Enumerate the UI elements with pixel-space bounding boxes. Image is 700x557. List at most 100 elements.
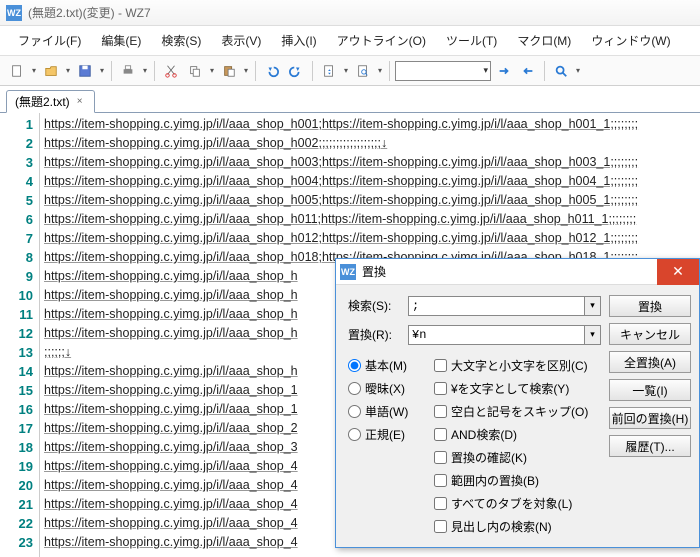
menu-outline[interactable]: アウトライン(O) <box>327 28 436 53</box>
radio-word-label: 単語(W) <box>365 403 408 420</box>
search-dropdown-icon[interactable]: ▾ <box>585 296 601 316</box>
save-icon[interactable] <box>74 60 96 82</box>
line-number: 17 <box>0 419 33 438</box>
open-icon[interactable] <box>40 60 62 82</box>
list-button[interactable]: 一覧(I) <box>609 379 691 401</box>
toolbar-combo[interactable] <box>395 61 491 81</box>
check-confirm[interactable] <box>434 451 447 464</box>
text-line[interactable]: https://item-shopping.c.yimg.jp/i/l/aaa_… <box>44 115 696 134</box>
check-heading-label: 見出し内の検索(N) <box>451 518 552 535</box>
menu-macro[interactable]: マクロ(M) <box>507 28 581 53</box>
jump-dropdown[interactable] <box>342 66 350 75</box>
grep-dropdown[interactable] <box>574 66 582 75</box>
menubar: ファイル(F) 編集(E) 検索(S) 表示(V) 挿入(I) アウトライン(O… <box>0 26 700 56</box>
line-number: 10 <box>0 286 33 305</box>
history-button[interactable]: 履歴(T)... <box>609 435 691 457</box>
close-icon[interactable]: ✕ <box>657 259 699 285</box>
radio-basic[interactable] <box>348 359 361 372</box>
prev-replace-button[interactable]: 前回の置換(H) <box>609 407 691 429</box>
radio-aimai[interactable] <box>348 382 361 395</box>
replace-button[interactable]: 置換 <box>609 295 691 317</box>
radio-aimai-label: 曖昧(X) <box>365 380 405 397</box>
text-line[interactable]: https://item-shopping.c.yimg.jp/i/l/aaa_… <box>44 153 696 172</box>
cut-icon[interactable] <box>160 60 182 82</box>
replace-input[interactable] <box>408 325 585 345</box>
new-dropdown[interactable] <box>30 66 38 75</box>
line-number: 20 <box>0 476 33 495</box>
line-number: 23 <box>0 533 33 552</box>
check-range[interactable] <box>434 474 447 487</box>
menu-window[interactable]: ウィンドウ(W) <box>581 28 680 53</box>
line-number: 16 <box>0 400 33 419</box>
text-line[interactable]: https://item-shopping.c.yimg.jp/i/l/aaa_… <box>44 210 696 229</box>
radio-regex-label: 正規(E) <box>365 426 405 443</box>
line-number: 21 <box>0 495 33 514</box>
menu-file[interactable]: ファイル(F) <box>8 28 91 53</box>
line-number: 7 <box>0 229 33 248</box>
close-tab-icon[interactable]: × <box>74 96 86 108</box>
check-and[interactable] <box>434 428 447 441</box>
line-number: 1 <box>0 115 33 134</box>
search-input[interactable] <box>408 296 585 316</box>
check-confirm-label: 置換の確認(K) <box>451 449 527 466</box>
line-gutter: 1234567891011121314151617181920212223 <box>0 113 40 557</box>
tab-label: (無題2.txt) <box>15 93 70 110</box>
replace-all-button[interactable]: 全置換(A) <box>609 351 691 373</box>
document-tab[interactable]: (無題2.txt) × <box>6 90 95 113</box>
check-skip-label: 空白と記号をスキップ(O) <box>451 403 588 420</box>
jump-icon[interactable] <box>318 60 340 82</box>
dialog-titlebar[interactable]: WZ 置換 ✕ <box>336 259 699 285</box>
undo-icon[interactable] <box>261 60 283 82</box>
paste-dropdown[interactable] <box>242 66 250 75</box>
menu-search[interactable]: 検索(S) <box>151 28 211 53</box>
line-number: 11 <box>0 305 33 324</box>
text-line[interactable]: https://item-shopping.c.yimg.jp/i/l/aaa_… <box>44 191 696 210</box>
find-icon[interactable] <box>352 60 374 82</box>
check-skip[interactable] <box>434 405 447 418</box>
radio-basic-label: 基本(M) <box>365 357 407 374</box>
menu-view[interactable]: 表示(V) <box>211 28 271 53</box>
menu-insert[interactable]: 挿入(I) <box>271 28 326 53</box>
check-heading[interactable] <box>434 520 447 533</box>
line-number: 6 <box>0 210 33 229</box>
line-number: 4 <box>0 172 33 191</box>
print-dropdown[interactable] <box>141 66 149 75</box>
check-tabs[interactable] <box>434 497 447 510</box>
find-prev-icon[interactable] <box>517 60 539 82</box>
paste-icon[interactable] <box>218 60 240 82</box>
grep-icon[interactable] <box>550 60 572 82</box>
check-yen[interactable] <box>434 382 447 395</box>
text-line[interactable]: https://item-shopping.c.yimg.jp/i/l/aaa_… <box>44 134 696 153</box>
text-line[interactable]: https://item-shopping.c.yimg.jp/i/l/aaa_… <box>44 229 696 248</box>
line-number: 14 <box>0 362 33 381</box>
check-case[interactable] <box>434 359 447 372</box>
copy-dropdown[interactable] <box>208 66 216 75</box>
replace-dialog: WZ 置換 ✕ 検索(S): ▾ 置換(R): ▾ 置換 キャンセル 基本(M)… <box>335 258 700 548</box>
line-number: 8 <box>0 248 33 267</box>
line-number: 15 <box>0 381 33 400</box>
search-label: 検索(S): <box>348 297 404 314</box>
line-number: 5 <box>0 191 33 210</box>
menu-edit[interactable]: 編集(E) <box>91 28 151 53</box>
new-icon[interactable] <box>6 60 28 82</box>
text-line[interactable]: https://item-shopping.c.yimg.jp/i/l/aaa_… <box>44 172 696 191</box>
replace-label: 置換(R): <box>348 326 404 343</box>
find-dropdown[interactable] <box>376 66 384 75</box>
check-range-label: 範囲内の置換(B) <box>451 472 539 489</box>
radio-word[interactable] <box>348 405 361 418</box>
print-icon[interactable] <box>117 60 139 82</box>
cancel-button[interactable]: キャンセル <box>609 323 691 345</box>
line-number: 2 <box>0 134 33 153</box>
line-number: 18 <box>0 438 33 457</box>
radio-regex[interactable] <box>348 428 361 441</box>
open-dropdown[interactable] <box>64 66 72 75</box>
save-dropdown[interactable] <box>98 66 106 75</box>
redo-icon[interactable] <box>285 60 307 82</box>
check-case-label: 大文字と小文字を区別(C) <box>451 357 588 374</box>
find-next-icon[interactable] <box>493 60 515 82</box>
line-number: 19 <box>0 457 33 476</box>
menu-tool[interactable]: ツール(T) <box>436 28 507 53</box>
replace-dropdown-icon[interactable]: ▾ <box>585 325 601 345</box>
app-icon: WZ <box>6 5 22 21</box>
copy-icon[interactable] <box>184 60 206 82</box>
